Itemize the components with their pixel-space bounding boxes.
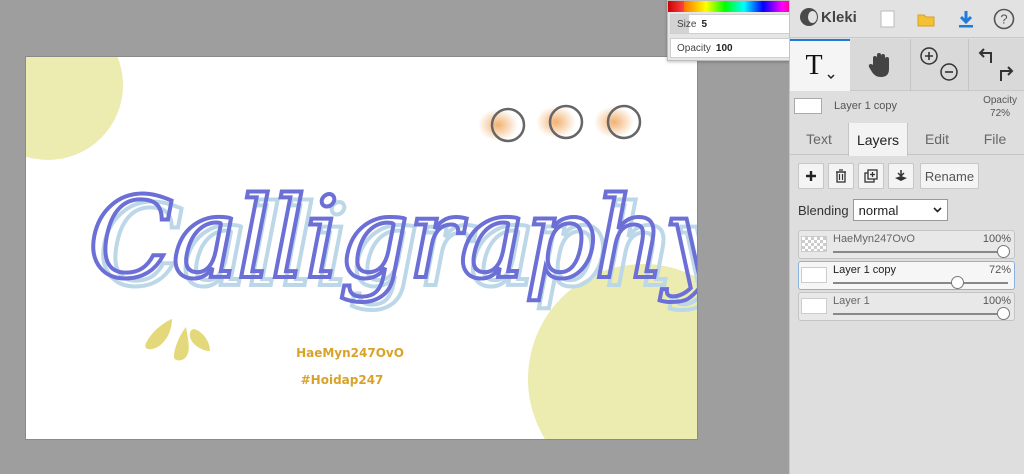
layer-opacity-knob[interactable] xyxy=(951,276,965,289)
undo-redo-icons xyxy=(978,48,1014,81)
drawing-canvas[interactable]: Calligraphy Calligraphy HaeMyn247OvO #Ho… xyxy=(25,56,698,440)
top-bar: Kleki ? xyxy=(790,0,1024,38)
redo-icon xyxy=(1000,66,1014,81)
layer-name: Layer 1 xyxy=(833,295,870,307)
hand-tool-button[interactable] xyxy=(850,39,910,91)
side-panel: Kleki ? T Layer 1 copy Opacity 72% Text … xyxy=(789,0,1024,474)
layer-opacity-knob[interactable] xyxy=(997,307,1010,320)
tab-edit[interactable]: Edit xyxy=(908,123,966,155)
kleki-logo-icon xyxy=(800,8,818,26)
blending-select[interactable]: normal xyxy=(852,199,948,221)
opacity-value: 100 xyxy=(715,43,733,54)
trash-icon xyxy=(836,169,846,183)
current-layer-name: Layer 1 copy xyxy=(834,100,897,112)
plus-icon xyxy=(806,171,816,181)
layer-thumbnail xyxy=(801,236,827,252)
undo-redo-controls xyxy=(968,39,1024,91)
merge-down-icon xyxy=(895,170,907,181)
size-value: 5 xyxy=(701,19,708,30)
tab-layers[interactable]: Layers xyxy=(848,123,908,156)
canvas-hashtag-text: #Hoidap247 xyxy=(301,373,384,387)
current-layer-info: Layer 1 copy Opacity 72% xyxy=(790,92,1024,124)
layer-name: HaeMyn247OvO xyxy=(833,233,915,245)
zoom-out-icon xyxy=(939,63,958,81)
zoom-in-icon xyxy=(919,47,938,65)
yellow-circle-top-left xyxy=(26,57,123,160)
layer-thumbnail xyxy=(801,298,827,314)
layer-item-layer-1[interactable]: Layer 1 100% xyxy=(798,292,1015,321)
layer-opacity-track[interactable] xyxy=(833,313,1008,315)
current-layer-thumbnail xyxy=(794,98,822,114)
size-slider[interactable]: Size 5 xyxy=(670,14,798,34)
blending-label: Blending xyxy=(798,202,849,218)
current-color-swatch[interactable] xyxy=(668,1,684,12)
zoom-icons xyxy=(919,47,958,81)
open-file-button[interactable] xyxy=(912,5,940,33)
blending-value: normal xyxy=(858,202,899,218)
layer-opacity: 72% xyxy=(988,264,1011,276)
canvas-workspace[interactable]: Calligraphy Calligraphy HaeMyn247OvO #Ho… xyxy=(0,0,789,474)
size-label: Size xyxy=(677,19,697,30)
opacity-label: Opacity xyxy=(677,43,711,54)
app-name: Kleki xyxy=(821,8,857,26)
text-tool-button[interactable]: T xyxy=(790,39,850,91)
chevron-down-icon[interactable] xyxy=(827,74,835,80)
chevron-down-icon xyxy=(933,207,942,213)
add-layer-button[interactable] xyxy=(798,163,824,189)
canvas-artwork: Calligraphy Calligraphy HaeMyn247OvO #Ho… xyxy=(26,57,698,439)
panel-tabs: Text Layers Edit File xyxy=(790,123,1024,156)
svg-text:?: ? xyxy=(1000,12,1007,27)
layer-opacity: 100% xyxy=(982,295,1011,307)
new-image-icon xyxy=(880,10,895,28)
yellow-drops xyxy=(145,319,210,361)
tab-file[interactable]: File xyxy=(966,123,1024,155)
layer-name: Layer 1 copy xyxy=(833,264,896,276)
rename-layer-button[interactable]: Rename xyxy=(920,163,979,189)
help-icon: ? xyxy=(993,8,1015,30)
download-icon xyxy=(959,11,973,28)
current-layer-opacity-label: Opacity xyxy=(983,95,1017,106)
opacity-slider[interactable]: Opacity 100 xyxy=(670,38,798,58)
tool-row: T xyxy=(790,39,1024,91)
blending-row: Blending normal xyxy=(798,198,948,222)
current-layer-opacity-value: 72% xyxy=(990,108,1011,119)
layer-opacity-track[interactable] xyxy=(833,282,1008,284)
delete-layer-button[interactable] xyxy=(828,163,854,189)
calligraphy-title: Calligraphy xyxy=(88,174,698,304)
tab-text[interactable]: Text xyxy=(790,123,848,155)
help-button[interactable]: ? xyxy=(990,5,1018,33)
layer-thumbnail xyxy=(801,267,827,283)
current-layer-opacity: Opacity 72% xyxy=(983,94,1017,120)
download-button[interactable] xyxy=(952,5,980,33)
layer-item-layer-1-copy[interactable]: Layer 1 copy 72% xyxy=(798,261,1015,290)
layer-action-buttons: Rename xyxy=(790,163,1024,191)
layer-opacity-knob[interactable] xyxy=(997,245,1010,258)
new-image-button[interactable] xyxy=(874,5,902,33)
text-tool-icon: T xyxy=(805,50,823,81)
brush-settings-panel: Size 5 Opacity 100 xyxy=(667,0,801,61)
layer-opacity: 100% xyxy=(982,233,1011,245)
layer-item-haemyn[interactable]: HaeMyn247OvO 100% xyxy=(798,230,1015,259)
zoom-controls xyxy=(910,39,968,91)
color-hue-strip[interactable] xyxy=(668,1,801,12)
layer-opacity-track[interactable] xyxy=(833,251,1008,253)
canvas-handle-text: HaeMyn247OvO xyxy=(296,346,404,360)
duplicate-layer-button[interactable] xyxy=(858,163,884,189)
circle-group-top-right xyxy=(478,104,642,143)
folder-icon xyxy=(917,14,935,27)
duplicate-icon xyxy=(864,169,878,183)
undo-icon xyxy=(978,48,992,63)
merge-layer-button[interactable] xyxy=(888,163,914,189)
kleki-logo[interactable]: Kleki xyxy=(800,8,857,26)
hand-icon xyxy=(868,53,889,77)
